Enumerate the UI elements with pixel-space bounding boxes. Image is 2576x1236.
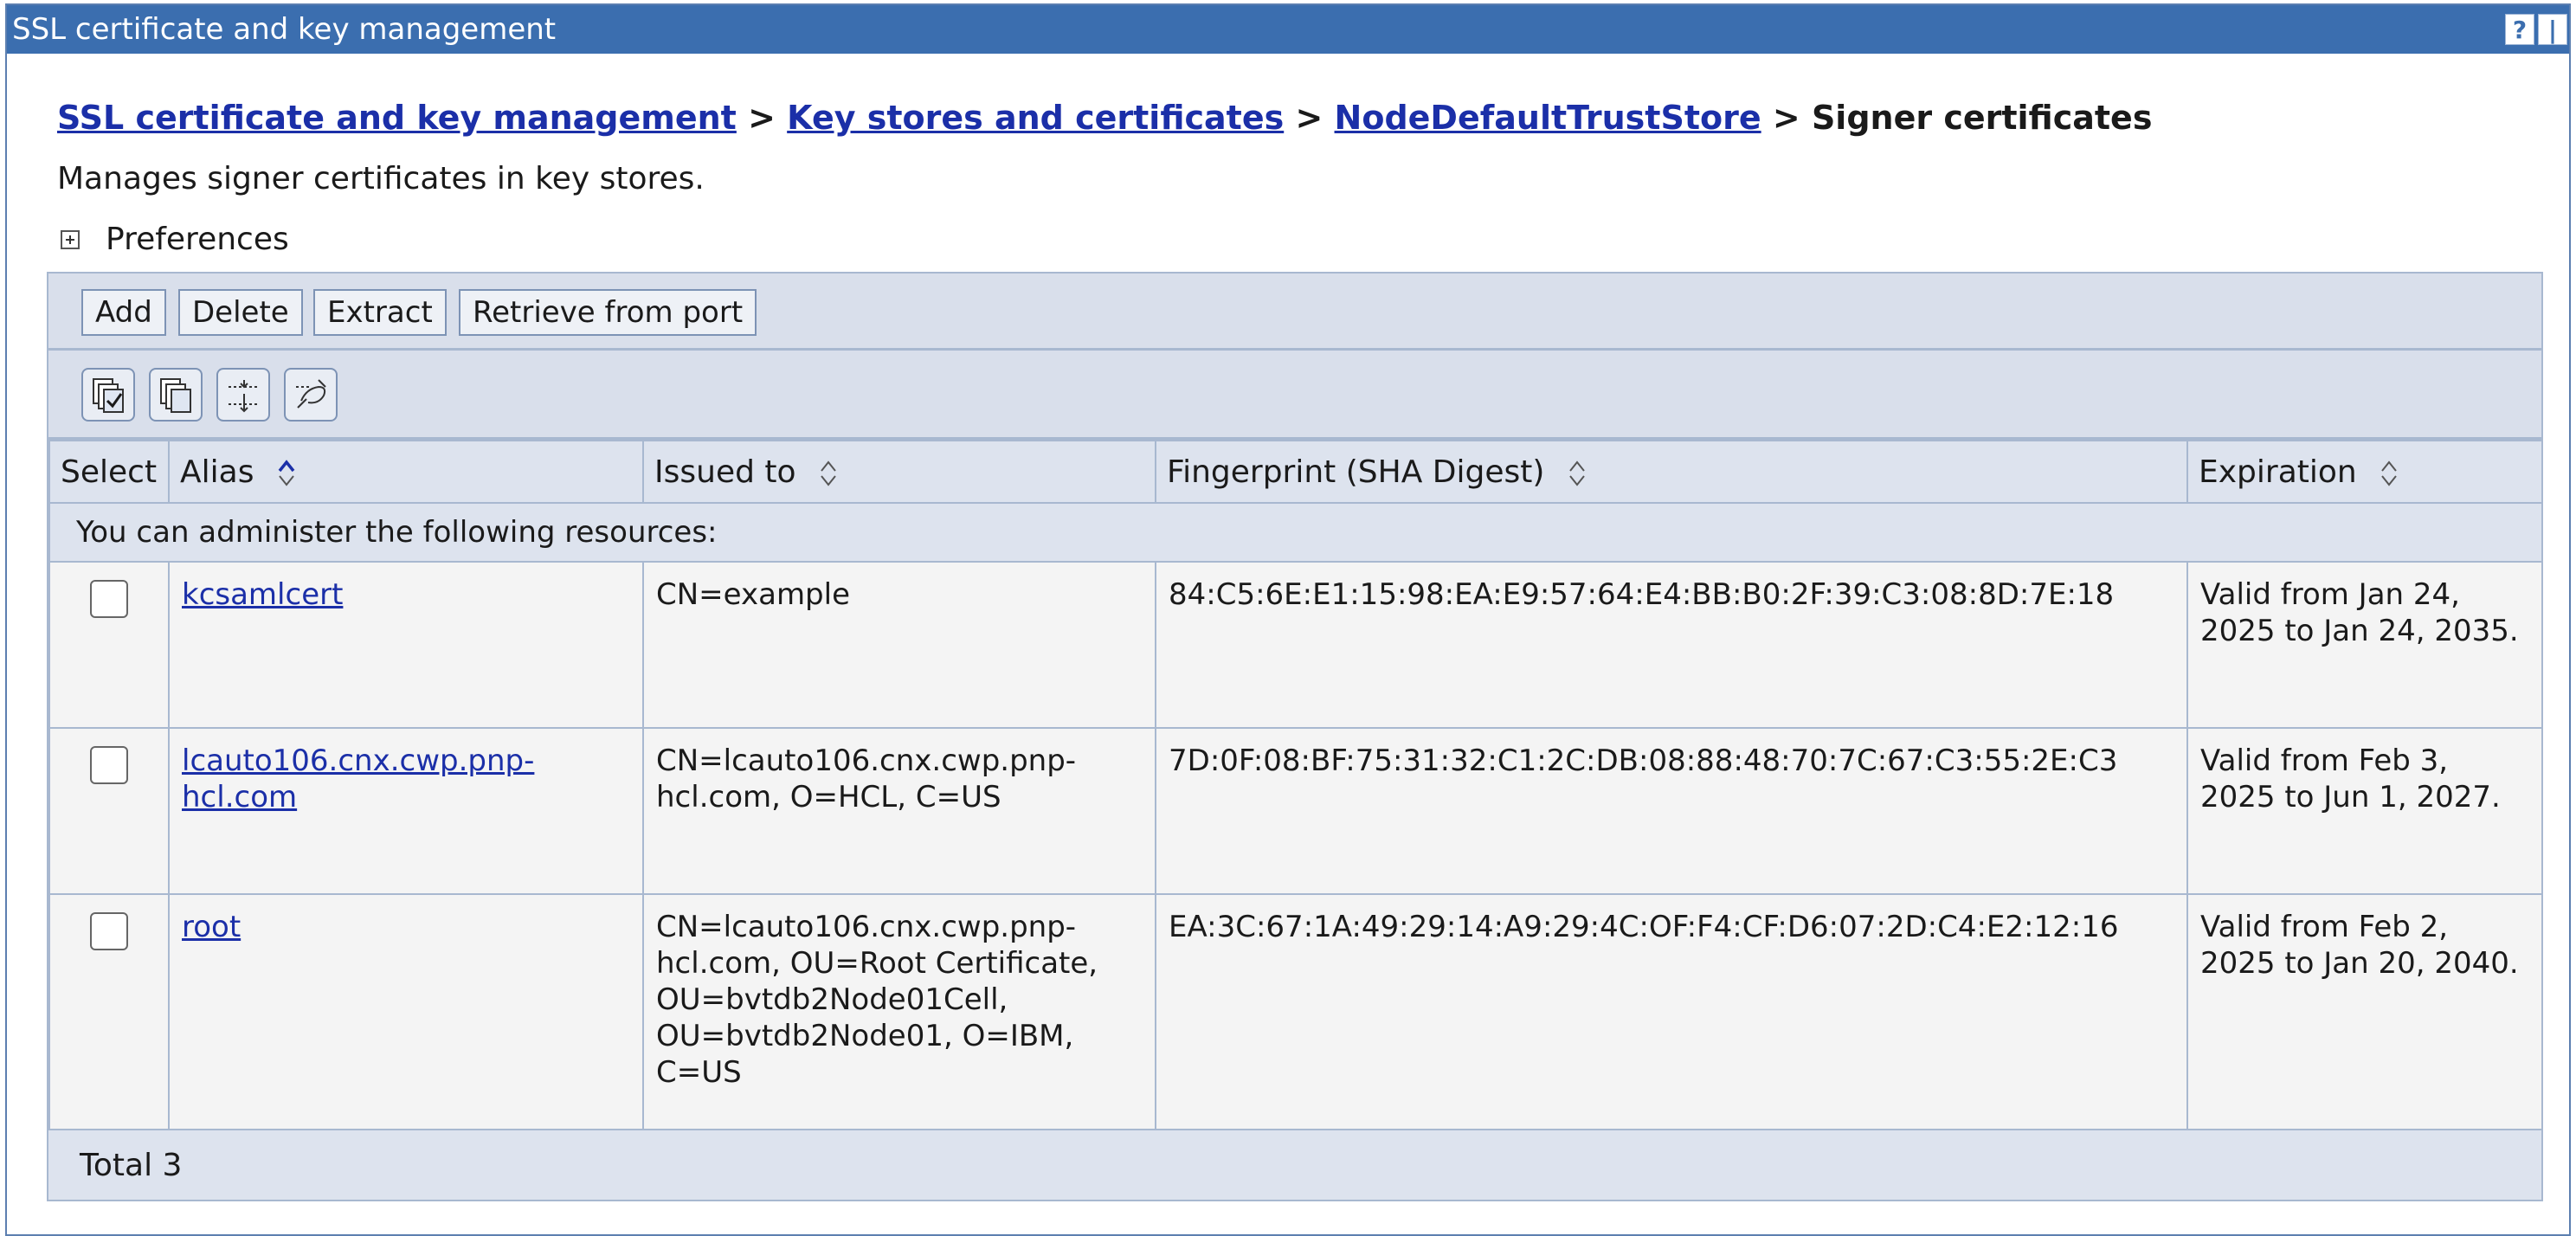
table-header-row: Select Alias Issued to Fingerprint (SHA … (48, 440, 2543, 504)
breadcrumb-separator: > (1295, 99, 1323, 137)
row-checkbox[interactable] (90, 912, 128, 950)
sort-icon[interactable] (276, 457, 297, 490)
title-bar: SSL certificate and key management ? | (7, 5, 2569, 54)
table-row: root CN=lcauto106.cnx.cwp.pnp-hcl.com, O… (48, 893, 2543, 1134)
row-select-cell (48, 561, 170, 729)
preferences-toggle[interactable]: Preferences (57, 222, 289, 257)
fingerprint-cell: 7D:0F:08:BF:75:31:32:C1:2C:DB:08:88:48:7… (1155, 727, 2188, 895)
sort-icon[interactable] (818, 457, 839, 490)
deselect-all-icon (160, 378, 191, 413)
retrieve-from-port-button[interactable]: Retrieve from port (459, 289, 757, 336)
issued-to-cell: CN=lcauto106.cnx.cwp.pnp-hcl.com, O=HCL,… (642, 727, 1156, 895)
expiration-cell: Valid from Feb 2, 2025 to Jan 20, 2040. (2186, 893, 2543, 1134)
show-filter-icon (229, 380, 260, 413)
row-checkbox[interactable] (90, 746, 128, 784)
column-header-select: Select (48, 440, 170, 504)
fingerprint-cell: 84:C5:6E:E1:15:98:EA:E9:57:64:E4:BB:B0:2… (1155, 561, 2188, 729)
column-header-issued-to[interactable]: Issued to (642, 440, 1156, 504)
preferences-label: Preferences (106, 222, 289, 257)
breadcrumb-link-truststore[interactable]: NodeDefaultTrustStore (1335, 99, 1761, 137)
deselect-all-button[interactable] (149, 368, 203, 422)
column-header-alias[interactable]: Alias (168, 440, 644, 504)
dialog-window: SSL certificate and key management ? | S… (5, 3, 2571, 1236)
select-all-icon (93, 378, 124, 413)
sort-icon[interactable] (2379, 457, 2399, 490)
column-header-expiration[interactable]: Expiration (2186, 440, 2543, 504)
close-button[interactable]: | (2538, 14, 2567, 45)
alias-cell: lcauto106.cnx.cwp.pnp-hcl.com (168, 727, 644, 895)
show-filter-button[interactable] (216, 368, 270, 422)
fingerprint-cell: EA:3C:67:1A:49:29:14:A9:29:4C:OF:F4:CF:D… (1155, 893, 2188, 1134)
table-row: kcsamlcert CN=example 84:C5:6E:E1:15:98:… (48, 561, 2543, 729)
add-button[interactable]: Add (81, 289, 166, 336)
page-description: Manages signer certificates in key store… (57, 161, 705, 196)
expiration-cell: Valid from Jan 24, 2025 to Jan 24, 2035. (2186, 561, 2543, 729)
breadcrumb: SSL certificate and key management > Key… (57, 99, 2152, 137)
alias-link[interactable]: kcsamlcert (182, 577, 343, 612)
breadcrumb-separator: > (748, 99, 776, 137)
table-icon-toolbar (48, 351, 2541, 440)
breadcrumb-link-keystores[interactable]: Key stores and certificates (787, 99, 1284, 137)
clear-filter-icon (296, 379, 326, 409)
column-header-fingerprint[interactable]: Fingerprint (SHA Digest) (1155, 440, 2188, 504)
alias-cell: root (168, 893, 644, 1134)
action-button-bar: Add Delete Extract Retrieve from port (48, 274, 2541, 351)
window-title: SSL certificate and key management (12, 12, 557, 47)
delete-button[interactable]: Delete (178, 289, 303, 336)
row-select-cell (48, 727, 170, 895)
expand-icon[interactable] (61, 229, 80, 249)
issued-to-cell: CN=example (642, 561, 1156, 729)
admin-message: You can administer the following resourc… (48, 502, 2543, 563)
breadcrumb-separator: > (1772, 99, 1800, 137)
breadcrumb-link-ssl[interactable]: SSL certificate and key management (57, 99, 737, 137)
breadcrumb-current: Signer certificates (1811, 99, 2153, 137)
alias-cell: kcsamlcert (168, 561, 644, 729)
row-select-cell (48, 893, 170, 1134)
help-button[interactable]: ? (2505, 14, 2534, 45)
row-checkbox[interactable] (90, 580, 128, 618)
table-row: lcauto106.cnx.cwp.pnp-hcl.com CN=lcauto1… (48, 727, 2543, 895)
sort-icon[interactable] (1567, 457, 1587, 490)
alias-link[interactable]: root (182, 910, 241, 944)
collection-panel: Add Delete Extract Retrieve from port Se… (47, 272, 2543, 1201)
extract-button[interactable]: Extract (313, 289, 447, 336)
expiration-cell: Valid from Feb 3, 2025 to Jun 1, 2027. (2186, 727, 2543, 895)
admin-message-row: You can administer the following resourc… (48, 502, 2543, 563)
signer-certificates-table: Select Alias Issued to Fingerprint (SHA … (48, 440, 2543, 1134)
alias-link[interactable]: lcauto106.cnx.cwp.pnp-hcl.com (182, 744, 534, 814)
clear-filter-button[interactable] (284, 368, 338, 422)
issued-to-cell: CN=lcauto106.cnx.cwp.pnp-hcl.com, OU=Roo… (642, 893, 1156, 1134)
select-all-button[interactable] (81, 368, 135, 422)
table-total: Total 3 (48, 1129, 2541, 1200)
